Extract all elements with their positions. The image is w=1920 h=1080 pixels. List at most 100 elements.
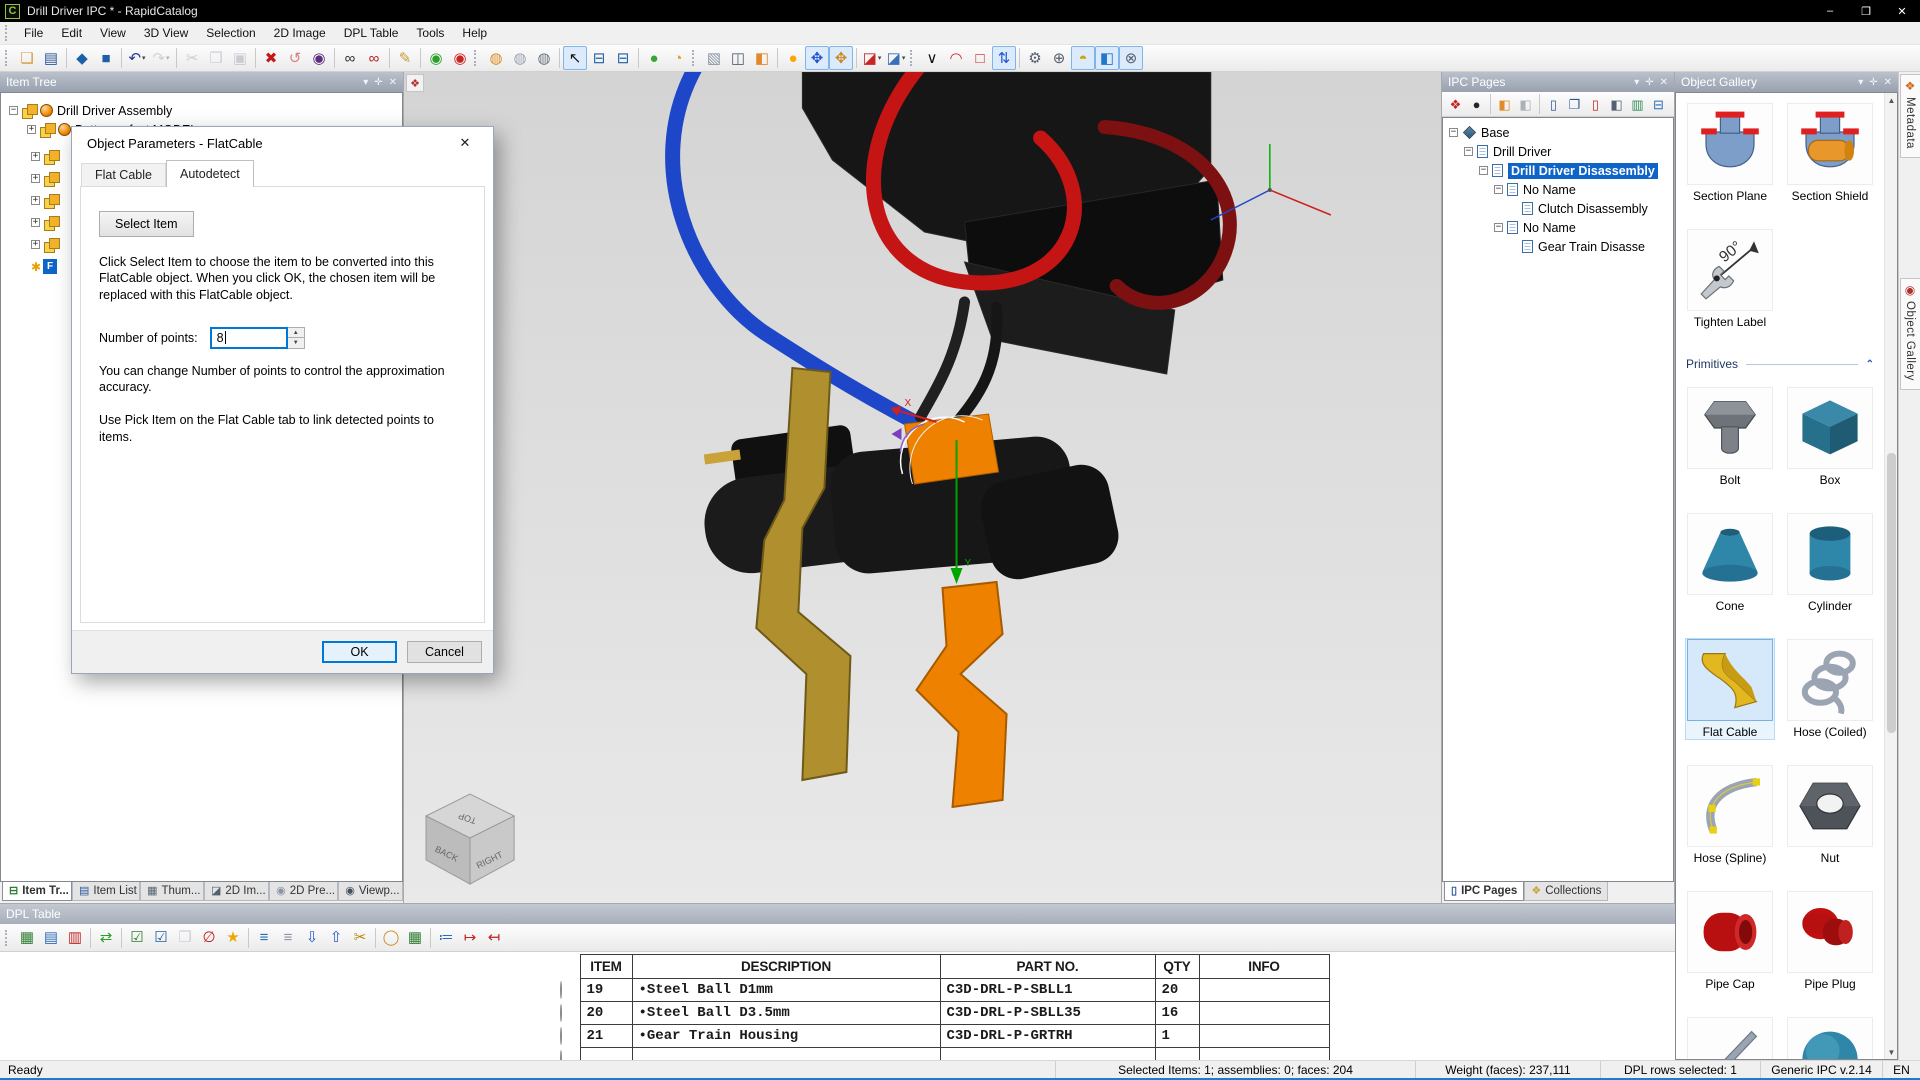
page-bomb-icon[interactable]: ● [1466,94,1487,115]
ok-button[interactable]: OK [322,641,397,663]
rect-tool-icon[interactable]: □ [968,46,992,70]
new-page-icon[interactable]: ▯ [1543,94,1564,115]
dome-shade-icon[interactable]: ◓ [1071,46,1095,70]
renumber-list-icon[interactable]: ≔ [434,926,458,950]
dpl-column-header[interactable]: ITEM [579,954,633,979]
search-table-icon[interactable]: ◯ [379,926,403,950]
tree-item[interactable]: + [31,235,62,254]
ipc-tree-item[interactable]: − Base [1443,123,1673,142]
cube-orange-icon[interactable]: ◧ [1494,94,1515,115]
ipc-tree-item[interactable]: − Drill Driver Disassembly [1443,161,1673,180]
close-button[interactable]: ✕ [1884,0,1920,22]
3d-viewport[interactable]: X Y TOP BACK RIGHT ❖ [404,72,1442,903]
new-table-icon[interactable]: ▦ [15,926,39,950]
sort-down-icon[interactable]: ⇩ [300,926,324,950]
page-tree-icon[interactable]: ⊟ [1648,94,1669,115]
dpl-table-row-partial[interactable] [560,1047,1330,1060]
menu-2d-image[interactable]: 2D Image [265,23,335,43]
dpl-cell[interactable]: 20 [1154,978,1200,1002]
gallery-item-nut[interactable]: Nut [1786,765,1874,865]
viewport-page-icon[interactable]: ❖ [406,74,424,92]
primitives-group-header[interactable]: Primitives ⌃ [1686,357,1874,371]
open-icon[interactable]: ❏ [15,46,39,70]
select-pointer-icon[interactable]: ↖ [563,46,587,70]
ipc-pages-caption[interactable]: IPC Pages ▾ ✛ ✕ [1442,72,1674,92]
verify-doc-icon[interactable]: ☑ [125,926,149,950]
indent-row-icon[interactable]: ↦ [458,926,482,950]
expand-icon[interactable]: + [27,125,36,134]
dpl-column-header[interactable]: INFO [1198,954,1330,979]
dpl-cell[interactable]: •Steel Ball D3.5mm [631,1001,941,1025]
collapse-icon[interactable]: − [1464,147,1473,156]
gallery-item-bolt[interactable]: Bolt [1686,387,1774,487]
move-axes-icon[interactable]: ✥ [805,46,829,70]
dock-tab-metadata[interactable]: ❖ Metadata [1899,74,1920,158]
dpl-cell[interactable]: C3D-DRL-P-SBLL35 [939,1001,1156,1025]
select-branch-icon[interactable]: ⊟ [587,46,611,70]
tab-autodetect[interactable]: Autodetect [165,160,254,187]
tab-collections[interactable]: ❖ Collections [1524,882,1609,901]
spinner-down-icon[interactable]: ▼ [287,337,304,348]
dpl-cell[interactable] [631,1047,941,1060]
expand-icon[interactable]: + [31,218,40,227]
dialog-title-bar[interactable]: Object Parameters - FlatCable ✕ [72,127,493,159]
tree-item[interactable]: + [31,213,62,232]
spinner-up-icon[interactable]: ▲ [288,328,304,338]
ipc-tree-item[interactable]: − No Name [1443,180,1673,199]
selected-flatcable-item[interactable]: F [43,259,58,274]
toolbar-grip[interactable] [5,929,11,946]
delete-table-icon[interactable]: ▥ [63,926,87,950]
dpl-cell[interactable] [1198,1047,1330,1060]
dpl-cell[interactable]: C3D-DRL-P-GRTRH [939,1024,1156,1048]
dpl-table[interactable]: ITEM DESCRIPTION PART NO. QTY INFO 19 •Steel B… [560,954,1330,1060]
pin-icon[interactable]: ✛ [1869,77,1877,88]
find-icon[interactable]: ∞ [338,46,362,70]
publish-icon[interactable]: ◆ [70,46,94,70]
cube-solid-icon[interactable]: ◧ [750,46,774,70]
tab-flat-cable[interactable]: Flat Cable [81,163,166,186]
dpl-table-row[interactable]: 19 •Steel Ball D1mm C3D-DRL-P-SBLL1 20 [560,978,1330,1002]
gallery-item-needle[interactable] [1686,1017,1774,1059]
toolbar-grip[interactable] [910,50,916,66]
row-bullet-icon[interactable] [560,1004,562,1022]
collapse-icon[interactable]: − [9,106,18,115]
box-3d-icon[interactable]: ◧ [1095,46,1119,70]
check-table-icon[interactable]: ▦ [403,926,427,950]
maximize-button[interactable]: ❐ [1848,0,1884,22]
screen-view-icon[interactable]: ■ [94,46,118,70]
ipc-pages-tree[interactable]: − Base − Drill Driver − Drill Driver Disassem… [1442,117,1674,882]
dpl-cell[interactable] [579,1047,633,1060]
tree-item[interactable]: + [31,147,62,166]
object-gallery-caption[interactable]: Object Gallery ▾ ✛ ✕ [1675,72,1898,92]
relink-rows-icon[interactable]: ⇄ [94,926,118,950]
gallery-scrollbar[interactable]: ▲ ▼ [1884,93,1897,1059]
close-icon[interactable]: ✕ [1884,77,1892,88]
zoom-selected-icon[interactable]: ● [642,46,666,70]
gallery-item-tighten-label[interactable]: 90° Tighten Label [1686,229,1774,329]
ipc-tree-item[interactable]: − Drill Driver [1443,142,1673,161]
light-sun-icon[interactable]: ● [781,46,805,70]
dpl-cell[interactable] [1198,1001,1330,1025]
dropdown-caret-icon[interactable]: ▾ [166,55,170,62]
dpl-caption[interactable]: DPL Table [0,904,1675,924]
gallery-item-cylinder[interactable]: Cylinder [1786,513,1874,613]
align-top-icon[interactable]: ≡ [252,926,276,950]
note-icon[interactable]: ✎ [393,46,417,70]
dropdown-caret-icon[interactable]: ▾ [878,55,882,62]
dpl-table-row[interactable]: 21 •Gear Train Housing C3D-DRL-P-GRTRH 1 [560,1024,1330,1048]
dpl-cell[interactable] [1154,1047,1200,1060]
select-item-icon[interactable]: ⊟ [611,46,635,70]
dpl-cell[interactable]: 19 [579,978,633,1002]
number-of-points-input[interactable]: 8 [209,326,288,349]
menu-chevron-icon[interactable]: ▾ [363,77,368,88]
tree-item[interactable]: ✱ F [31,257,58,276]
collapse-icon[interactable]: − [1494,223,1503,232]
tree-item[interactable]: + [31,191,62,210]
frame-tool-icon[interactable]: ◪ ▾ [884,46,908,70]
neighbors-dark-icon[interactable]: ◍ [532,46,556,70]
copy-rows-icon[interactable]: ❐ [173,926,197,950]
toggle-spheres-icon[interactable]: ◉ [424,46,448,70]
save-icon[interactable]: ▤ [39,46,63,70]
hide-row-icon[interactable]: ∅ [197,926,221,950]
gear-mechanism-icon[interactable]: ⚙ [1023,46,1047,70]
